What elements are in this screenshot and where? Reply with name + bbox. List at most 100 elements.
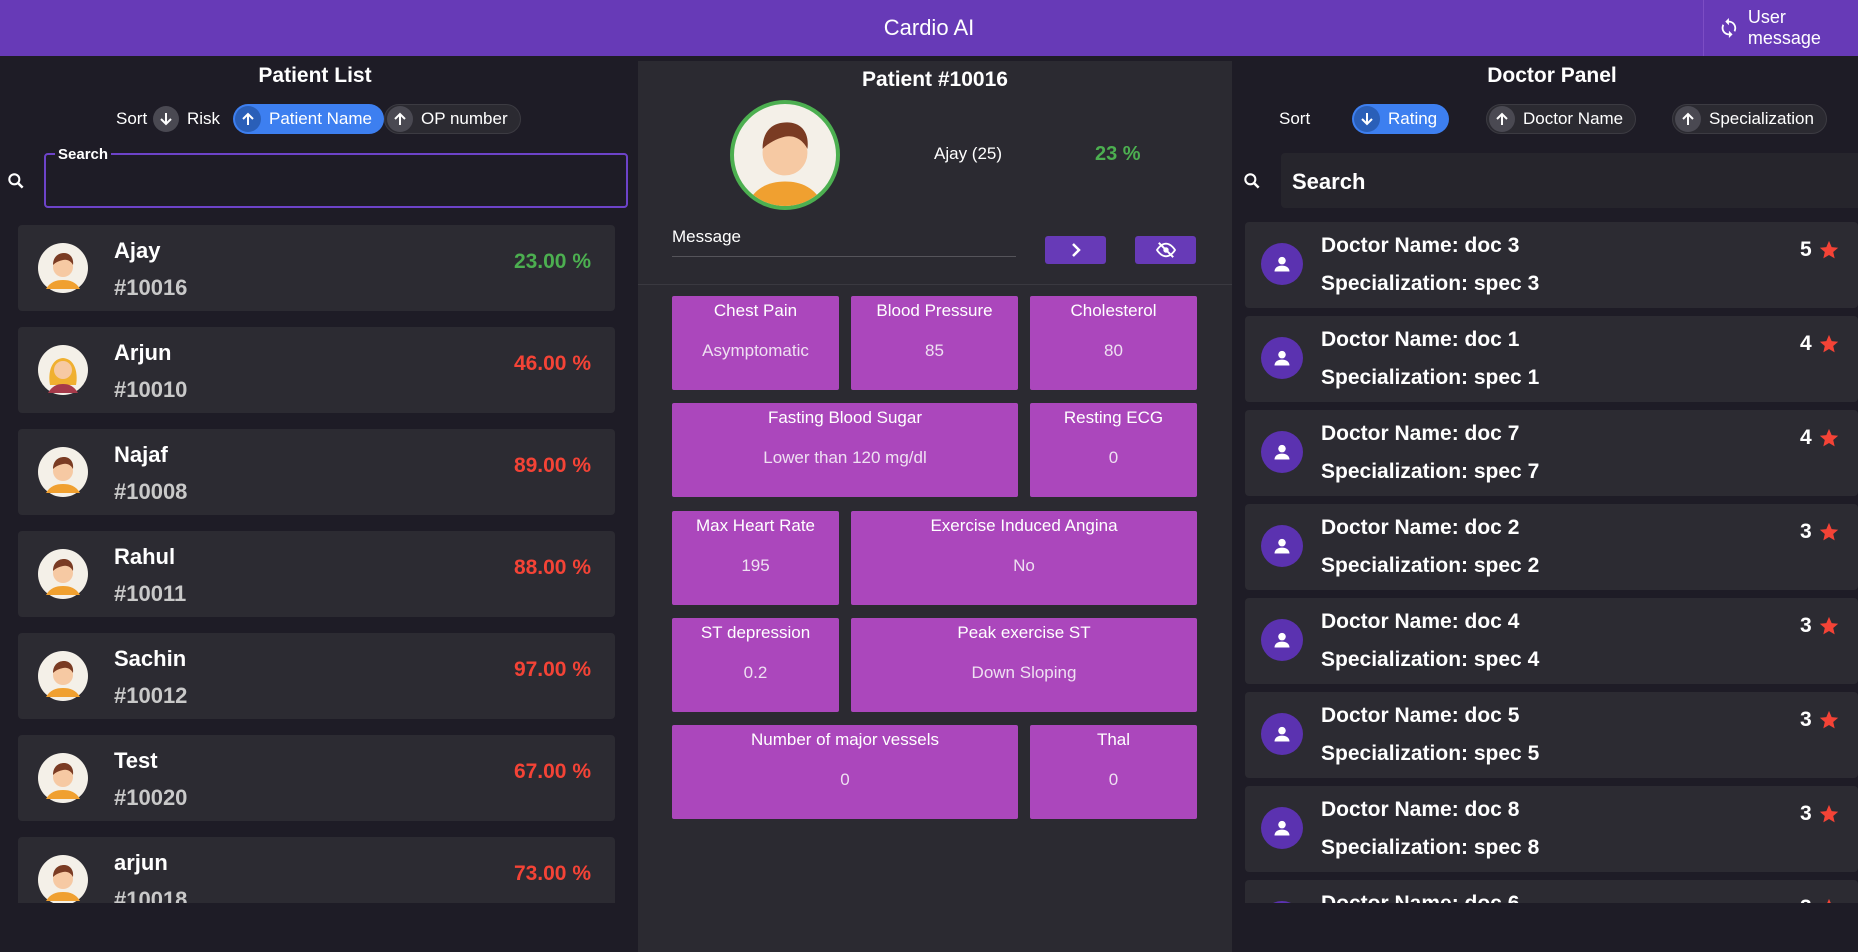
tile-label: ST depression xyxy=(700,623,811,642)
star-icon xyxy=(1819,428,1838,447)
doctor-card[interactable]: Doctor Name: doc 8 Specialization: spec … xyxy=(1245,786,1858,872)
male-avatar-icon xyxy=(38,243,88,293)
tile-value: 0.2 xyxy=(743,663,768,682)
tile-label: Fasting Blood Sugar xyxy=(767,408,923,427)
sort-patient-name-chip[interactable]: Patient Name xyxy=(233,104,384,134)
doctor-card[interactable]: Doctor Name: doc 7 Specialization: spec … xyxy=(1245,410,1858,496)
rating-value: 3 xyxy=(1800,520,1812,543)
tile-fasting-blood-sugar: Fasting Blood Sugar Lower than 120 mg/dl xyxy=(672,403,1018,497)
person-icon xyxy=(1261,807,1303,849)
sort-rating-label: Rating xyxy=(1388,109,1438,128)
doctor-specialization: Specialization: spec 4 xyxy=(1321,648,1540,671)
doctor-card[interactable]: Doctor Name: doc 5 Specialization: spec … xyxy=(1245,692,1858,778)
male-avatar-icon xyxy=(746,122,824,206)
doctor-rating: 3 xyxy=(1800,614,1840,638)
sort-specialization-label: Specialization xyxy=(1709,109,1814,128)
doctor-card[interactable]: Doctor Name: doc 3 Specialization: spec … xyxy=(1245,222,1858,308)
rating-value: 3 xyxy=(1800,896,1812,903)
rating-value: 3 xyxy=(1800,614,1812,637)
patient-risk: 46.00 % xyxy=(513,352,591,375)
doctor-name: Doctor Name: doc 5 xyxy=(1321,704,1520,727)
patient-risk: 23.00 % xyxy=(513,250,591,273)
doctor-specialization: Specialization: spec 8 xyxy=(1321,836,1540,859)
tile-major-vessels: Number of major vessels 0 xyxy=(672,725,1018,819)
rating-value: 5 xyxy=(1800,238,1812,261)
send-message-button[interactable] xyxy=(1045,236,1106,264)
patient-card[interactable]: Rahul #10011 88.00 % xyxy=(18,531,615,617)
patient-card[interactable]: Najaf #10008 89.00 % xyxy=(18,429,615,515)
doctor-rating: 3 xyxy=(1800,802,1840,826)
patient-op: #10010 xyxy=(114,377,188,402)
user-message-button[interactable]: User message xyxy=(1703,0,1858,56)
tile-value: Asymptomatic xyxy=(702,341,809,360)
person-icon xyxy=(1261,525,1303,567)
patient-card[interactable]: Sachin #10012 97.00 % xyxy=(18,633,615,719)
tile-label: Max Heart Rate xyxy=(695,516,816,535)
eye-off-icon xyxy=(1155,242,1176,258)
refresh-icon xyxy=(1721,17,1737,39)
doctor-rating: 3 xyxy=(1800,896,1840,903)
sort-doctor-name-chip[interactable]: Doctor Name xyxy=(1486,104,1637,134)
star-icon xyxy=(1819,522,1838,541)
sort-doctor-name-label: Doctor Name xyxy=(1523,109,1624,128)
tile-label: Cholesterol xyxy=(1070,301,1157,320)
tile-label: Number of major vessels xyxy=(750,730,939,749)
arrow-up-icon xyxy=(1675,106,1701,132)
patient-search-label: Search xyxy=(55,146,112,163)
doctor-card[interactable]: Doctor Name: doc 1 Specialization: spec … xyxy=(1245,316,1858,402)
search-icon xyxy=(1244,173,1260,189)
sort-rating-chip[interactable]: Rating xyxy=(1352,104,1450,134)
male-avatar-icon xyxy=(38,549,88,599)
user-message-label: User message xyxy=(1747,7,1821,48)
person-icon xyxy=(1261,619,1303,661)
doctor-rating: 5 xyxy=(1800,238,1840,262)
patient-sort-label: Sort xyxy=(116,109,148,128)
rating-value: 4 xyxy=(1800,332,1812,355)
patient-risk: 73.00 % xyxy=(513,862,591,885)
patient-op: #10011 xyxy=(114,581,187,606)
patient-card[interactable]: Arjun #10010 46.00 % xyxy=(18,327,615,413)
tile-value: Lower than 120 mg/dl xyxy=(763,448,927,467)
patient-card[interactable]: Ajay #10016 23.00 % xyxy=(18,225,615,311)
tile-value: 85 xyxy=(925,341,944,360)
person-icon xyxy=(1261,431,1303,473)
doctor-specialization: Specialization: spec 7 xyxy=(1321,460,1540,483)
message-label: Message xyxy=(672,227,741,246)
hide-patient-button[interactable] xyxy=(1135,236,1196,264)
doctor-list[interactable]: Doctor Name: doc 3 Specialization: spec … xyxy=(1245,222,1858,903)
doctor-name: Doctor Name: doc 8 xyxy=(1321,798,1520,821)
arrow-up-icon xyxy=(387,106,413,132)
male-avatar-icon xyxy=(38,753,88,803)
patient-list[interactable]: Ajay #10016 23.00 % Arjun #10010 46.00 %… xyxy=(18,225,615,903)
sort-specialization-chip[interactable]: Specialization xyxy=(1672,104,1827,134)
doctor-rating: 4 xyxy=(1800,426,1840,450)
patient-name: Ajay xyxy=(114,238,161,263)
doctor-rating: 3 xyxy=(1800,708,1840,732)
patient-name: Arjun xyxy=(114,340,172,365)
patient-risk-score: 23 % xyxy=(1095,143,1141,165)
tile-value: Down Sloping xyxy=(971,663,1077,682)
rating-value: 3 xyxy=(1800,802,1812,825)
sort-risk-chip[interactable]: Risk xyxy=(151,104,220,134)
tile-exercise-induced-angina: Exercise Induced Angina No xyxy=(851,511,1197,605)
doctor-card[interactable]: Doctor Name: doc 6 3 xyxy=(1245,880,1858,903)
patient-card[interactable]: arjun #10018 73.00 % xyxy=(18,837,615,903)
patient-search-input[interactable]: Search xyxy=(44,146,628,208)
patient-card[interactable]: Test #10020 67.00 % xyxy=(18,735,615,821)
doctor-name: Doctor Name: doc 4 xyxy=(1321,610,1520,633)
patient-detail-title: Patient #10016 xyxy=(862,68,1008,91)
doctor-search-input[interactable]: Search xyxy=(1281,153,1858,208)
patient-op: #10008 xyxy=(114,479,188,504)
patient-name: Test xyxy=(114,748,158,773)
doctor-card[interactable]: Doctor Name: doc 2 Specialization: spec … xyxy=(1245,504,1858,590)
tile-label: Blood Pressure xyxy=(876,301,993,320)
male-avatar-icon xyxy=(38,447,88,497)
doctor-card[interactable]: Doctor Name: doc 4 Specialization: spec … xyxy=(1245,598,1858,684)
sort-op-number-chip[interactable]: OP number xyxy=(384,104,521,134)
tile-label: Peak exercise ST xyxy=(957,623,1091,642)
person-icon xyxy=(1261,901,1303,903)
person-icon xyxy=(1261,713,1303,755)
person-icon xyxy=(1261,243,1303,285)
doctor-sort-label: Sort xyxy=(1279,109,1311,128)
message-input[interactable]: Message xyxy=(672,227,1016,257)
